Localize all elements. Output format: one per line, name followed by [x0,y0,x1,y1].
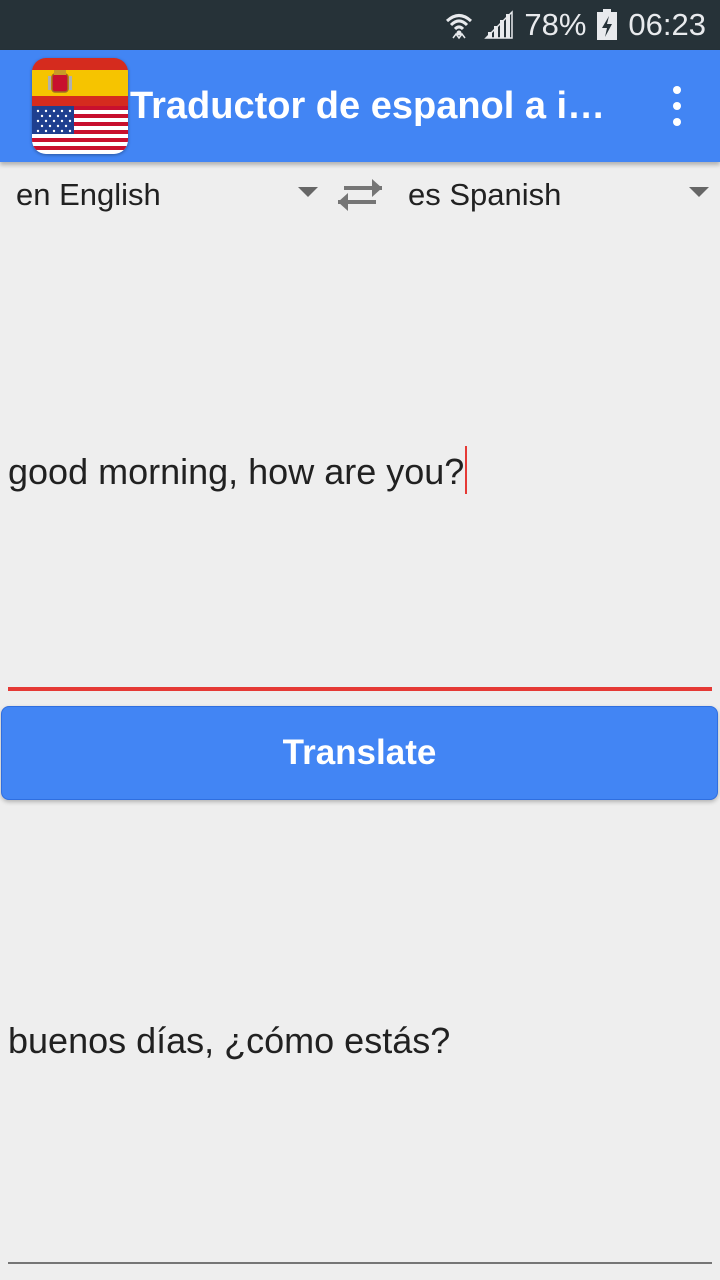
source-text-input[interactable]: good morning, how are you? [8,240,712,686]
target-language-label: es Spanish [408,177,562,212]
more-vert-icon[interactable] [662,86,692,126]
battery-charging-icon [596,9,618,41]
translate-button[interactable]: Translate [1,706,718,800]
wifi-icon [444,10,474,40]
target-language-spinner[interactable]: es Spanish [408,162,712,228]
app-bar: Traductor de espanol a inglés [0,50,720,162]
flags-logo-icon [32,58,128,154]
screen: 78% 06:23 Traductor de espanol a inglés … [0,0,720,1280]
battery-percent: 78% [524,7,587,42]
language-row: en English es Spanish [0,162,720,228]
output-underline [8,1262,712,1264]
source-text-value: good morning, how are you? [8,446,468,494]
chevron-down-icon [298,187,318,197]
chevron-down-icon [689,187,709,197]
source-language-label: en English [16,177,161,212]
app-title: Traductor de espanol a inglés [130,85,620,127]
status-icons: 78% 06:23 [444,0,706,50]
signal-icon [484,10,514,40]
swap-arrows-icon[interactable] [334,174,386,214]
input-underline [8,687,712,691]
clock: 06:23 [628,7,706,42]
text-cursor [465,446,468,494]
status-bar: 78% 06:23 [0,0,720,50]
translated-text: buenos días, ¿cómo estás? [8,1020,451,1061]
source-language-spinner[interactable]: en English [16,162,322,228]
